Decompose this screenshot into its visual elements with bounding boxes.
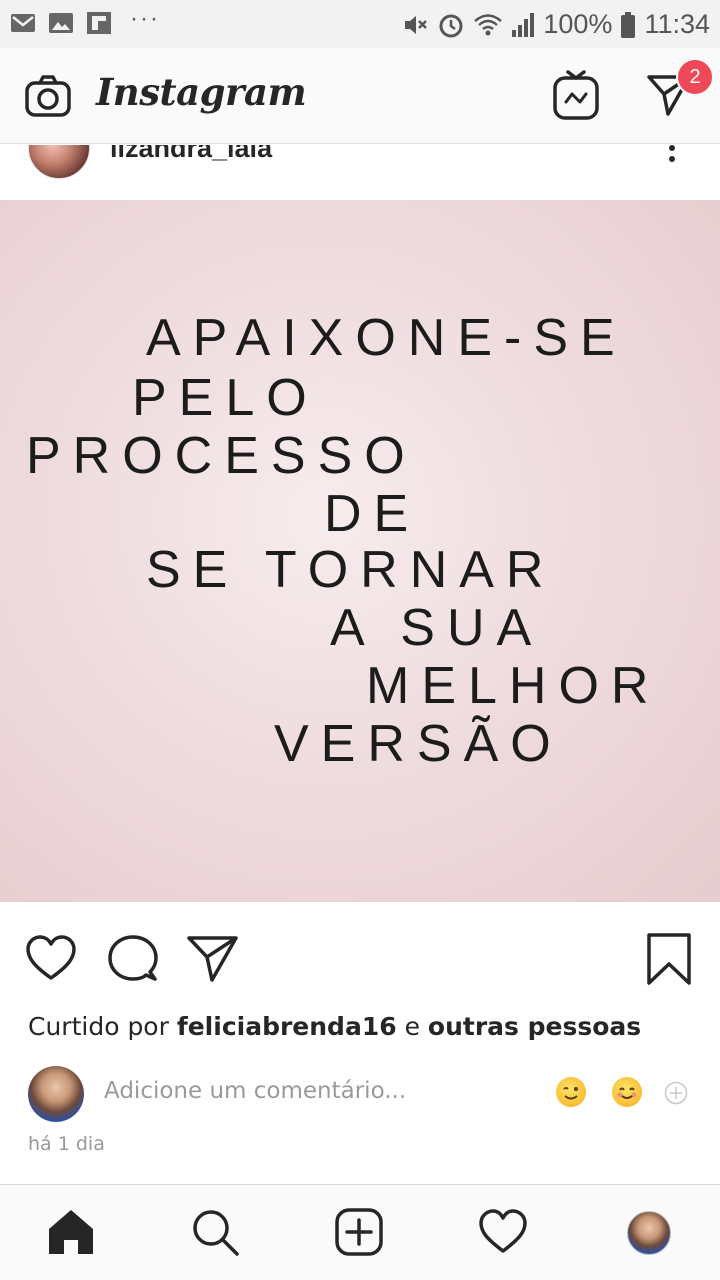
post-timestamp: há 1 dia	[28, 1133, 105, 1155]
activity-heart-icon[interactable]	[478, 1207, 528, 1257]
current-user-avatar	[28, 1066, 84, 1122]
bottom-navigation	[0, 1184, 720, 1280]
more-notifications: ···	[130, 5, 160, 32]
quote-line-3: PROCESSO	[26, 427, 417, 485]
top-app-bar: Instagram 2	[0, 48, 720, 144]
igtv-icon[interactable]	[552, 68, 600, 122]
quote-line-8: VERSÃO	[274, 715, 563, 773]
mute-icon	[405, 15, 428, 34]
gallery-icon	[49, 13, 73, 33]
post-action-bar	[0, 932, 720, 998]
alarm-icon	[439, 14, 463, 37]
battery-icon	[621, 11, 636, 38]
post-author-avatar[interactable]	[28, 145, 90, 179]
comment-icon[interactable]	[106, 932, 160, 986]
more-options-icon[interactable]	[662, 145, 682, 171]
system-icons: 100% 11:34	[401, 9, 710, 40]
likes-summary: Curtido por feliciabrenda16 e outras pes…	[28, 1012, 641, 1041]
profile-avatar[interactable]	[627, 1211, 671, 1255]
signal-icon	[512, 12, 535, 37]
share-icon[interactable]	[186, 932, 240, 986]
quote-line-6: A SUA	[330, 599, 544, 657]
bookmark-icon[interactable]	[642, 932, 696, 986]
wifi-icon	[474, 13, 503, 35]
quote-line-5: SE TORNAR	[146, 541, 556, 599]
search-icon[interactable]	[190, 1207, 240, 1257]
likes-others-link[interactable]: outras pessoas	[428, 1012, 641, 1041]
post-author-username[interactable]: lizandra_lala	[110, 145, 272, 164]
add-emoji-plus-icon[interactable]	[664, 1081, 688, 1105]
notification-icons: ···	[10, 5, 160, 36]
battery-percent: 100%	[543, 9, 613, 39]
likes-prefix: Curtido por	[28, 1012, 169, 1041]
quote-line-4: DE	[324, 485, 421, 543]
comment-input[interactable]	[104, 1078, 524, 1104]
quote-line-1: APAIXONE-SE	[146, 309, 627, 367]
post-header: lizandra_lala	[0, 145, 720, 201]
post-image[interactable]: APAIXONE-SE PELO PROCESSO DE SE TORNAR A…	[0, 200, 720, 902]
add-comment-row	[0, 1064, 720, 1124]
likes-joiner: e	[404, 1012, 420, 1041]
liker-username[interactable]: feliciabrenda16	[177, 1012, 397, 1041]
wink-emoji-icon[interactable]	[556, 1077, 586, 1107]
flipboard-icon	[87, 12, 111, 34]
gmail-icon	[11, 14, 35, 32]
quote-line-7: MELHOR	[366, 657, 661, 715]
add-post-icon[interactable]	[334, 1207, 384, 1257]
instagram-logo: Instagram	[96, 70, 307, 114]
home-icon[interactable]	[46, 1207, 96, 1257]
heart-icon[interactable]	[24, 932, 78, 986]
status-bar: ··· 100% 11:34	[0, 0, 720, 48]
smile-emoji-icon[interactable]	[612, 1077, 642, 1107]
quote-line-2: PELO	[132, 369, 319, 427]
clock: 11:34	[644, 9, 710, 39]
camera-icon[interactable]	[24, 73, 72, 121]
direct-notification-badge: 2	[676, 58, 714, 96]
